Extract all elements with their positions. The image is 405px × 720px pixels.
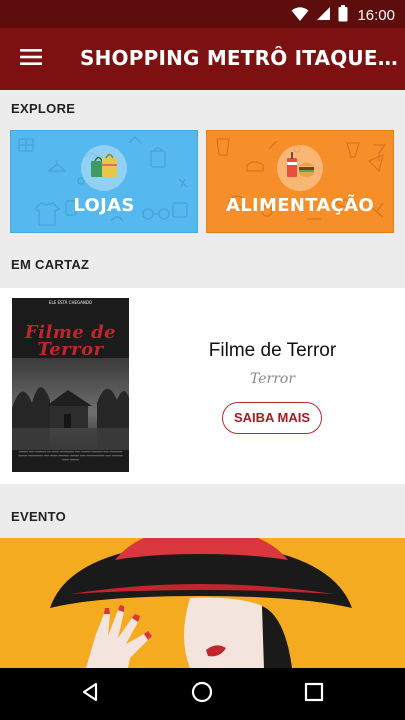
- section-header-evento: EVENTO: [11, 509, 67, 524]
- haunted-house-illustration: [12, 358, 129, 450]
- wifi-icon: [291, 6, 309, 26]
- menu-icon: [20, 49, 42, 69]
- explore-card-alimentacao[interactable]: ALIMENTAÇÃO: [206, 130, 394, 233]
- home-icon: [191, 681, 213, 707]
- menu-button[interactable]: [14, 43, 48, 75]
- recents-button[interactable]: [297, 678, 331, 710]
- status-bar: 16:00: [0, 0, 405, 28]
- card-label-alimentacao: ALIMENTAÇÃO: [226, 195, 374, 216]
- back-icon: [80, 682, 100, 706]
- saiba-mais-button[interactable]: SAIBA MAIS: [222, 402, 322, 434]
- poster-credits: ━━━━━ ━━━ ━━━━━━ ━━ ━━━━ ━━━━━━━━ ━━━ ━━…: [18, 450, 123, 462]
- movie-genre: Terror: [249, 371, 296, 387]
- battery-icon: [338, 5, 348, 26]
- poster-tagline: ELE ESTÁ CHEGANDO: [48, 300, 93, 305]
- home-button[interactable]: [185, 678, 219, 710]
- card-icon-circle: [277, 145, 323, 191]
- explore-card-lojas[interactable]: LOJAS: [10, 130, 198, 233]
- section-header-em-cartaz: EM CARTAZ: [11, 257, 90, 272]
- card-icon-circle: [81, 145, 127, 191]
- page-title: SHOPPING METRÔ ITAQUE...: [80, 46, 398, 70]
- movie-title: Filme de Terror: [208, 340, 337, 361]
- burger-drink-icon: [284, 152, 316, 184]
- shopping-bag-icon: [89, 152, 119, 184]
- navigation-bar: [0, 668, 405, 720]
- movie-poster[interactable]: ELE ESTÁ CHEGANDO Filme de Terror ━━━━━ …: [12, 298, 129, 472]
- app-bar: SHOPPING METRÔ ITAQUE...: [0, 28, 405, 90]
- poster-title: Filme de Terror: [24, 322, 117, 360]
- recents-icon: [304, 682, 324, 706]
- section-header-explore: EXPLORE: [11, 101, 76, 116]
- event-banner[interactable]: [0, 538, 405, 668]
- signal-icon: [316, 6, 331, 25]
- status-icons: 16:00: [291, 5, 395, 26]
- back-button[interactable]: [73, 678, 107, 710]
- card-label-lojas: LOJAS: [73, 195, 135, 216]
- status-time: 16:00: [357, 7, 395, 24]
- event-illustration: [0, 538, 405, 668]
